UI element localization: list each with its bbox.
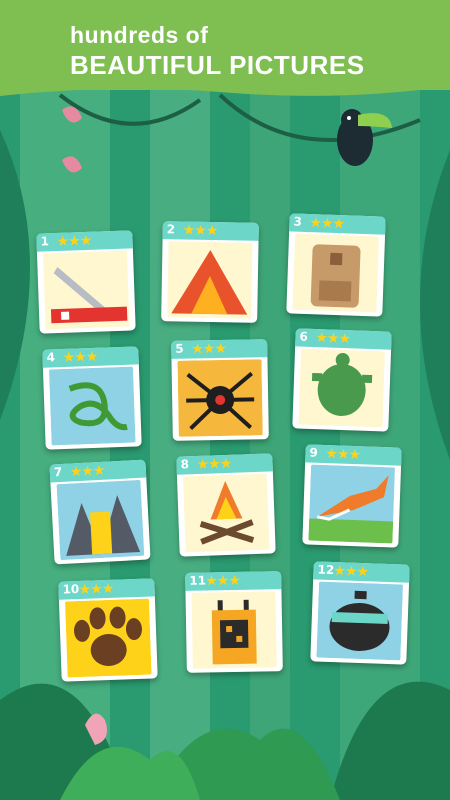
header-title: BEAUTIFUL PICTURES [70,50,365,80]
puzzle-card-11[interactable]: 11 ★★★ [185,571,283,673]
puzzle-number: 1 [40,234,50,249]
puzzle-card-10[interactable]: 10 ★★★ [58,578,158,682]
puzzle-number: 4 [46,350,56,365]
rating-stars: ★★★ [69,461,105,480]
puzzle-number: 12 [317,562,335,578]
puzzle-number: 11 [189,573,207,588]
rating-stars: ★★★ [333,562,369,580]
turtle-icon [298,348,386,428]
puzzle-card-2[interactable]: 2 ★★★ [161,221,259,323]
rating-stars: ★★★ [62,347,98,365]
fox-icon [308,464,396,544]
rating-stars: ★★★ [205,571,241,589]
puzzle-card-6[interactable]: 6 ★★★ [292,328,392,432]
rating-stars: ★★★ [309,214,345,232]
rating-stars: ★★★ [78,579,114,597]
rating-stars: ★★★ [325,445,361,463]
snake-icon [48,366,136,446]
backpack-icon [292,233,380,313]
rating-stars: ★★★ [315,329,351,347]
puzzle-number: 3 [293,214,303,229]
header-wave [0,78,450,96]
rating-stars: ★★★ [196,454,232,472]
puzzle-number: 8 [180,457,190,472]
rating-stars: ★★★ [182,221,218,239]
campfire-tent-icon [167,241,253,319]
puzzle-number: 6 [299,329,309,344]
walkie-talkie-icon [191,591,277,669]
puzzle-number: 5 [175,341,184,356]
campfire-icon [182,473,270,553]
puzzle-card-8[interactable]: 8 ★★★ [176,453,276,557]
puzzle-number: 9 [309,445,319,460]
spider-icon [177,359,263,437]
puzzle-card-1[interactable]: 1 ★★★ [36,230,136,334]
puzzle-card-3[interactable]: 3 ★★★ [286,213,386,317]
puzzle-number: 2 [166,222,176,237]
puzzle-card-9[interactable]: 9 ★★★ [302,444,402,548]
puzzle-card-7[interactable]: 7 ★★★ [49,459,151,565]
puzzle-number: 10 [62,581,80,597]
header-subtitle: hundreds of [70,22,209,48]
puzzle-number: 7 [53,464,63,480]
pocket-knife-icon [42,250,130,330]
pot-icon [316,581,404,661]
paw-print-icon [64,598,152,678]
rating-stars: ★★★ [191,339,227,357]
rating-stars: ★★★ [56,231,92,249]
puzzle-card-4[interactable]: 4 ★★★ [42,346,142,450]
mountain-icon [56,479,145,561]
puzzle-card-5[interactable]: 5 ★★★ [171,339,269,441]
puzzle-card-12[interactable]: 12 ★★★ [310,561,410,665]
